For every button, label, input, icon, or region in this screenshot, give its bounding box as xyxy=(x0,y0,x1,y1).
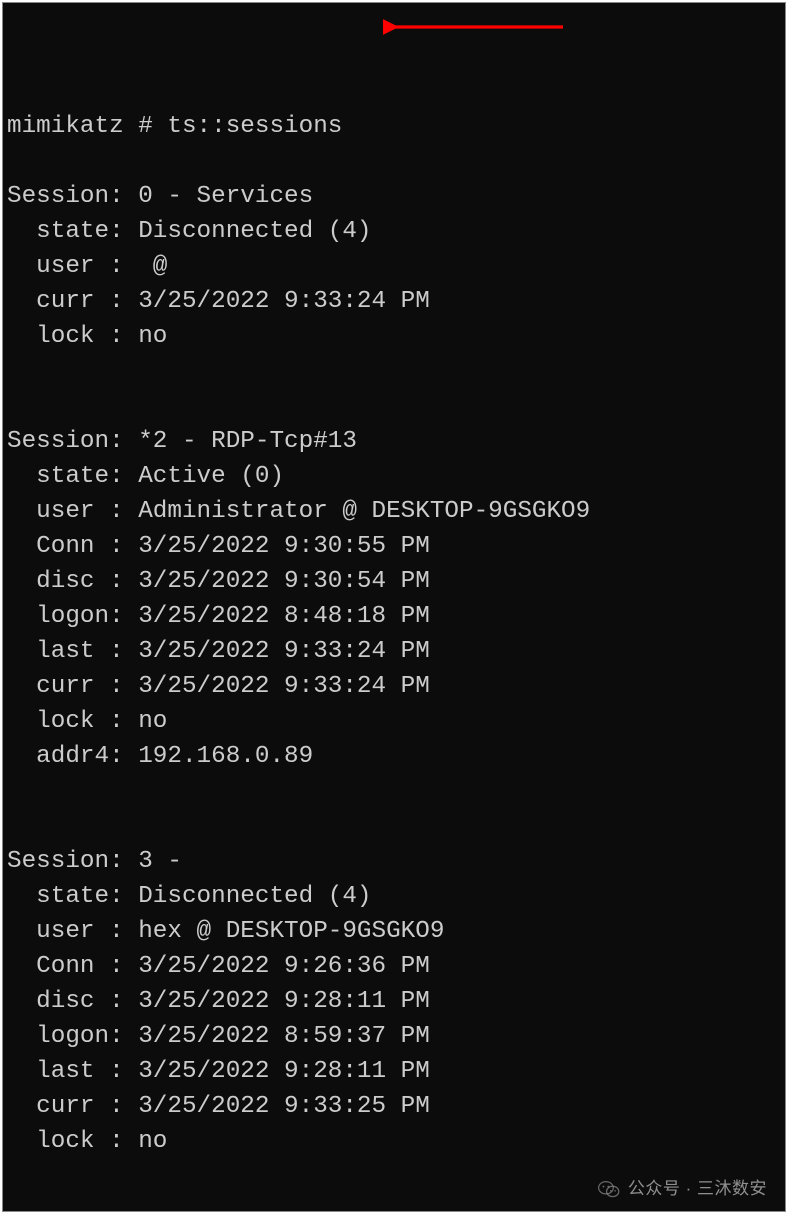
watermark-label: 公众号 · 三沐数安 xyxy=(628,1177,767,1201)
session-line: disc : 3/25/2022 9:28:11 PM xyxy=(7,988,430,1015)
terminal-content[interactable]: mimikatz # ts::sessions Session: 0 - Ser… xyxy=(3,108,785,1212)
terminal-window: mimikatz # ts::sessions Session: 0 - Ser… xyxy=(2,2,786,1212)
blank-line xyxy=(7,1197,22,1212)
session-block: Session: 0 - Services state: Disconnecte… xyxy=(7,180,781,355)
session-line: user : @ xyxy=(7,253,167,280)
session-line: state: Disconnected (4) xyxy=(7,218,372,245)
session-line: lock : no xyxy=(7,708,167,735)
session-line: Conn : 3/25/2022 9:30:55 PM xyxy=(7,533,430,560)
session-line: Conn : 3/25/2022 9:26:36 PM xyxy=(7,953,430,980)
session-line: curr : 3/25/2022 9:33:25 PM xyxy=(7,1093,430,1120)
session-block: Session: 3 - state: Disconnected (4) use… xyxy=(7,845,781,1160)
session-line: curr : 3/25/2022 9:33:24 PM xyxy=(7,288,430,315)
session-line: disc : 3/25/2022 9:30:54 PM xyxy=(7,568,430,595)
session-line: logon: 3/25/2022 8:59:37 PM xyxy=(7,1023,430,1050)
annotation-arrow-icon xyxy=(383,17,573,37)
session-header: Session: 0 - Services xyxy=(7,183,313,210)
session-header: Session: *2 - RDP-Tcp#13 xyxy=(7,428,357,455)
session-line: lock : no xyxy=(7,323,167,350)
prompt-command: ts::sessions xyxy=(167,113,342,140)
blank-line xyxy=(7,148,22,175)
session-line: user : Administrator @ DESKTOP-9GSGKO9 xyxy=(7,498,590,525)
wechat-icon xyxy=(598,1178,620,1200)
session-line: logon: 3/25/2022 8:48:18 PM xyxy=(7,603,430,630)
blank-line xyxy=(7,813,22,840)
prompt-prefix: mimikatz # xyxy=(7,113,167,140)
session-line: user : hex @ DESKTOP-9GSGKO9 xyxy=(7,918,444,945)
session-line: last : 3/25/2022 9:28:11 PM xyxy=(7,1058,430,1085)
session-line: addr4: 192.168.0.89 xyxy=(7,743,313,770)
session-line: state: Active (0) xyxy=(7,463,284,490)
session-line: state: Disconnected (4) xyxy=(7,883,372,910)
blank-line xyxy=(7,393,22,420)
session-block: Session: *2 - RDP-Tcp#13 state: Active (… xyxy=(7,425,781,775)
session-line: curr : 3/25/2022 9:33:24 PM xyxy=(7,673,430,700)
watermark: 公众号 · 三沐数安 xyxy=(598,1177,767,1201)
session-header: Session: 3 - xyxy=(7,848,182,875)
session-line: lock : no xyxy=(7,1128,167,1155)
session-line: last : 3/25/2022 9:33:24 PM xyxy=(7,638,430,665)
